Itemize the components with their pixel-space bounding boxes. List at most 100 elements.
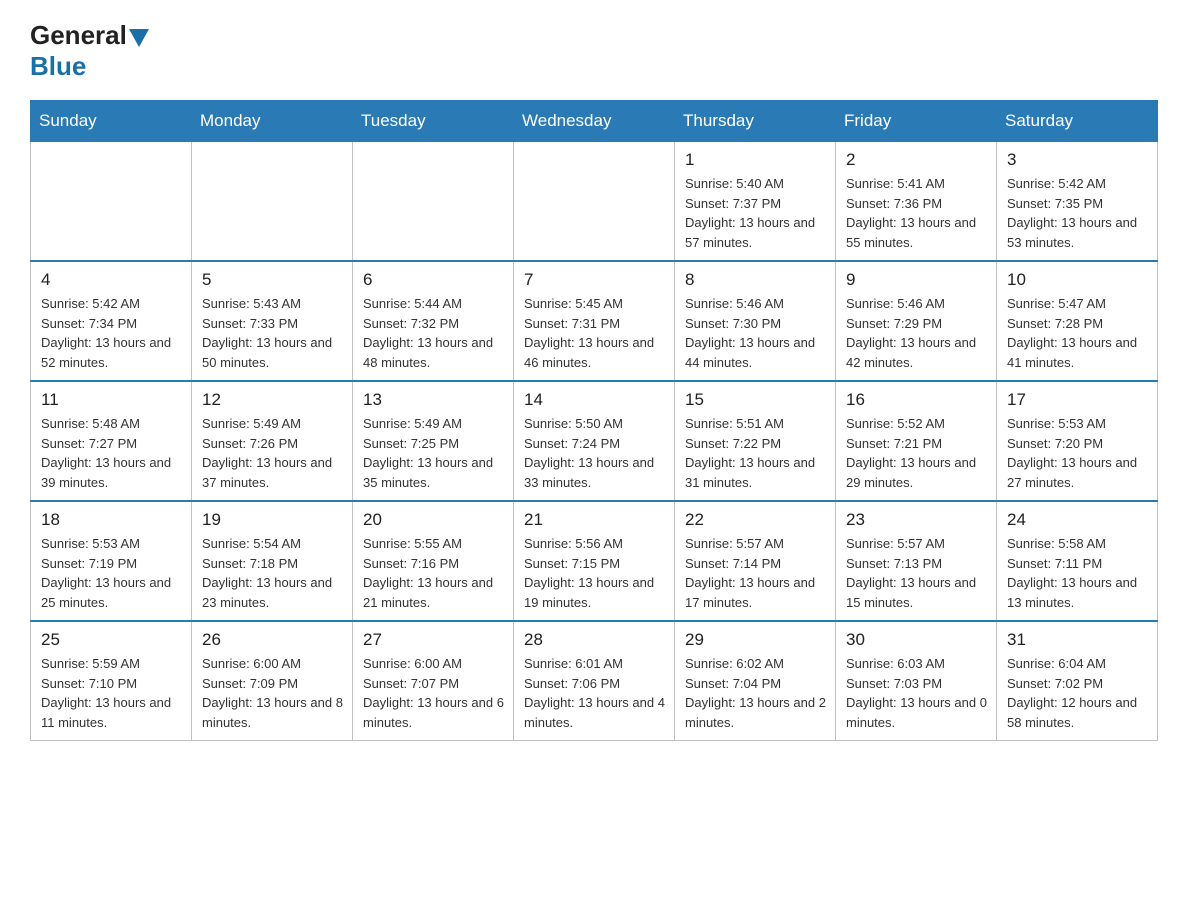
day-number: 20 xyxy=(363,510,505,530)
day-number: 1 xyxy=(685,150,827,170)
calendar-cell xyxy=(31,142,192,262)
day-info: Sunrise: 5:41 AMSunset: 7:36 PMDaylight:… xyxy=(846,174,988,252)
column-header-thursday: Thursday xyxy=(675,101,836,142)
day-info: Sunrise: 5:40 AMSunset: 7:37 PMDaylight:… xyxy=(685,174,827,252)
day-number: 17 xyxy=(1007,390,1149,410)
day-info: Sunrise: 5:46 AMSunset: 7:29 PMDaylight:… xyxy=(846,294,988,372)
day-info: Sunrise: 5:47 AMSunset: 7:28 PMDaylight:… xyxy=(1007,294,1149,372)
day-info: Sunrise: 5:42 AMSunset: 7:34 PMDaylight:… xyxy=(41,294,183,372)
day-info: Sunrise: 6:01 AMSunset: 7:06 PMDaylight:… xyxy=(524,654,666,732)
calendar-cell: 19 Sunrise: 5:54 AMSunset: 7:18 PMDayligh… xyxy=(192,501,353,621)
calendar-cell: 24Sunrise: 5:58 AMSunset: 7:11 PMDayligh… xyxy=(997,501,1158,621)
day-number: 13 xyxy=(363,390,505,410)
calendar-cell: 5 Sunrise: 5:43 AMSunset: 7:33 PMDaylight… xyxy=(192,261,353,381)
calendar-cell: 25Sunrise: 5:59 AMSunset: 7:10 PMDayligh… xyxy=(31,621,192,741)
day-number: 19 xyxy=(202,510,344,530)
day-number: 12 xyxy=(202,390,344,410)
day-number: 18 xyxy=(41,510,183,530)
calendar-week-row: 1 Sunrise: 5:40 AMSunset: 7:37 PMDaylight… xyxy=(31,142,1158,262)
day-number: 2 xyxy=(846,150,988,170)
calendar-cell: 30 Sunrise: 6:03 AMSunset: 7:03 PMDayligh… xyxy=(836,621,997,741)
day-number: 8 xyxy=(685,270,827,290)
calendar-week-row: 4Sunrise: 5:42 AMSunset: 7:34 PMDaylight… xyxy=(31,261,1158,381)
calendar-cell: 26 Sunrise: 6:00 AMSunset: 7:09 PMDayligh… xyxy=(192,621,353,741)
calendar-cell xyxy=(353,142,514,262)
day-number: 23 xyxy=(846,510,988,530)
column-header-tuesday: Tuesday xyxy=(353,101,514,142)
day-info: Sunrise: 6:03 AMSunset: 7:03 PMDaylight:… xyxy=(846,654,988,732)
calendar-week-row: 25Sunrise: 5:59 AMSunset: 7:10 PMDayligh… xyxy=(31,621,1158,741)
day-info: Sunrise: 5:51 AMSunset: 7:22 PMDaylight:… xyxy=(685,414,827,492)
day-info: Sunrise: 5:52 AMSunset: 7:21 PMDaylight:… xyxy=(846,414,988,492)
day-info: Sunrise: 5:54 AMSunset: 7:18 PMDaylight:… xyxy=(202,534,344,612)
calendar-cell: 20 Sunrise: 5:55 AMSunset: 7:16 PMDayligh… xyxy=(353,501,514,621)
calendar-cell: 21Sunrise: 5:56 AMSunset: 7:15 PMDayligh… xyxy=(514,501,675,621)
day-info: Sunrise: 6:00 AMSunset: 7:07 PMDaylight:… xyxy=(363,654,505,732)
calendar-cell: 11 Sunrise: 5:48 AMSunset: 7:27 PMDayligh… xyxy=(31,381,192,501)
logo-triangle-icon xyxy=(129,29,149,47)
day-info: Sunrise: 5:58 AMSunset: 7:11 PMDaylight:… xyxy=(1007,534,1149,612)
day-info: Sunrise: 5:48 AMSunset: 7:27 PMDaylight:… xyxy=(41,414,183,492)
day-info: Sunrise: 5:53 AMSunset: 7:19 PMDaylight:… xyxy=(41,534,183,612)
day-number: 3 xyxy=(1007,150,1149,170)
column-header-sunday: Sunday xyxy=(31,101,192,142)
day-info: Sunrise: 5:49 AMSunset: 7:25 PMDaylight:… xyxy=(363,414,505,492)
calendar-cell xyxy=(192,142,353,262)
day-info: Sunrise: 5:59 AMSunset: 7:10 PMDaylight:… xyxy=(41,654,183,732)
day-number: 14 xyxy=(524,390,666,410)
calendar-week-row: 18 Sunrise: 5:53 AMSunset: 7:19 PMDayligh… xyxy=(31,501,1158,621)
day-number: 31 xyxy=(1007,630,1149,650)
day-number: 26 xyxy=(202,630,344,650)
day-info: Sunrise: 6:00 AMSunset: 7:09 PMDaylight:… xyxy=(202,654,344,732)
calendar-cell: 22 Sunrise: 5:57 AMSunset: 7:14 PMDayligh… xyxy=(675,501,836,621)
column-header-friday: Friday xyxy=(836,101,997,142)
calendar-cell: 13 Sunrise: 5:49 AMSunset: 7:25 PMDayligh… xyxy=(353,381,514,501)
column-header-wednesday: Wednesday xyxy=(514,101,675,142)
calendar-cell: 14 Sunrise: 5:50 AMSunset: 7:24 PMDayligh… xyxy=(514,381,675,501)
day-info: Sunrise: 5:53 AMSunset: 7:20 PMDaylight:… xyxy=(1007,414,1149,492)
logo: General Blue xyxy=(30,20,151,82)
day-number: 7 xyxy=(524,270,666,290)
day-info: Sunrise: 5:42 AMSunset: 7:35 PMDaylight:… xyxy=(1007,174,1149,252)
logo-blue-text: Blue xyxy=(30,51,86,82)
column-header-saturday: Saturday xyxy=(997,101,1158,142)
calendar-week-row: 11 Sunrise: 5:48 AMSunset: 7:27 PMDayligh… xyxy=(31,381,1158,501)
day-info: Sunrise: 5:57 AMSunset: 7:13 PMDaylight:… xyxy=(846,534,988,612)
calendar-cell: 18 Sunrise: 5:53 AMSunset: 7:19 PMDayligh… xyxy=(31,501,192,621)
day-number: 5 xyxy=(202,270,344,290)
logo-general-text: General xyxy=(30,20,127,51)
day-number: 6 xyxy=(363,270,505,290)
day-number: 30 xyxy=(846,630,988,650)
day-number: 22 xyxy=(685,510,827,530)
calendar-cell: 10 Sunrise: 5:47 AMSunset: 7:28 PMDayligh… xyxy=(997,261,1158,381)
calendar-cell: 31Sunrise: 6:04 AMSunset: 7:02 PMDayligh… xyxy=(997,621,1158,741)
calendar-cell: 7Sunrise: 5:45 AMSunset: 7:31 PMDaylight… xyxy=(514,261,675,381)
day-number: 10 xyxy=(1007,270,1149,290)
day-number: 28 xyxy=(524,630,666,650)
calendar-cell: 9 Sunrise: 5:46 AMSunset: 7:29 PMDaylight… xyxy=(836,261,997,381)
page-header: General Blue xyxy=(30,20,1158,82)
day-info: Sunrise: 5:57 AMSunset: 7:14 PMDaylight:… xyxy=(685,534,827,612)
column-header-monday: Monday xyxy=(192,101,353,142)
calendar-cell: 1 Sunrise: 5:40 AMSunset: 7:37 PMDaylight… xyxy=(675,142,836,262)
calendar-cell xyxy=(514,142,675,262)
day-info: Sunrise: 5:44 AMSunset: 7:32 PMDaylight:… xyxy=(363,294,505,372)
day-info: Sunrise: 5:56 AMSunset: 7:15 PMDaylight:… xyxy=(524,534,666,612)
day-info: Sunrise: 5:43 AMSunset: 7:33 PMDaylight:… xyxy=(202,294,344,372)
day-number: 29 xyxy=(685,630,827,650)
calendar-cell: 27 Sunrise: 6:00 AMSunset: 7:07 PMDayligh… xyxy=(353,621,514,741)
calendar-cell: 12Sunrise: 5:49 AMSunset: 7:26 PMDayligh… xyxy=(192,381,353,501)
calendar-cell: 15 Sunrise: 5:51 AMSunset: 7:22 PMDayligh… xyxy=(675,381,836,501)
calendar-cell: 17 Sunrise: 5:53 AMSunset: 7:20 PMDayligh… xyxy=(997,381,1158,501)
calendar-cell: 23 Sunrise: 5:57 AMSunset: 7:13 PMDayligh… xyxy=(836,501,997,621)
day-number: 15 xyxy=(685,390,827,410)
calendar-table: SundayMondayTuesdayWednesdayThursdayFrid… xyxy=(30,100,1158,741)
calendar-cell: 6 Sunrise: 5:44 AMSunset: 7:32 PMDaylight… xyxy=(353,261,514,381)
calendar-cell: 4Sunrise: 5:42 AMSunset: 7:34 PMDaylight… xyxy=(31,261,192,381)
day-number: 27 xyxy=(363,630,505,650)
day-number: 11 xyxy=(41,390,183,410)
day-number: 9 xyxy=(846,270,988,290)
day-info: Sunrise: 5:50 AMSunset: 7:24 PMDaylight:… xyxy=(524,414,666,492)
day-info: Sunrise: 5:55 AMSunset: 7:16 PMDaylight:… xyxy=(363,534,505,612)
day-number: 16 xyxy=(846,390,988,410)
